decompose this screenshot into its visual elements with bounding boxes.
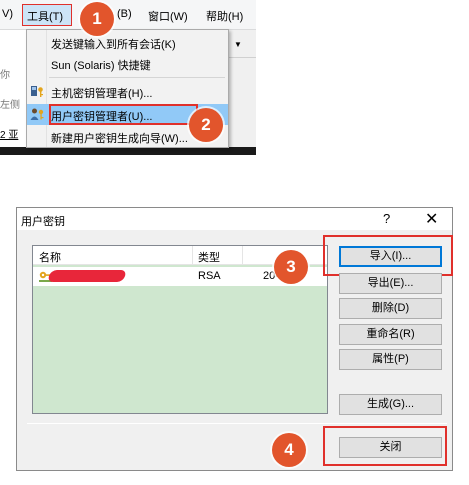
- step-badge-1: 1: [80, 2, 114, 36]
- redacted-key-name: [47, 270, 127, 282]
- menu-item-label: Sun (Solaris) 快捷键: [51, 60, 151, 72]
- menu-item-label: 新建用户密钥生成向导(W)...: [51, 133, 188, 145]
- menu-item-sun-shortcut[interactable]: Sun (Solaris) 快捷键: [27, 53, 228, 74]
- dialog-titlebar: 用户密钥 ? ✕: [17, 208, 452, 230]
- menu-item-send-keys[interactable]: 发送键输入到所有会话(K): [27, 32, 228, 53]
- help-icon[interactable]: ?: [383, 211, 390, 226]
- user-keys-dialog: 用户密钥 ? ✕ 名称 类型 RSA 20- 导入(I)... 导出(E)...…: [16, 207, 453, 471]
- close-icon[interactable]: ✕: [425, 209, 438, 229]
- tools-menu-screenshot: V) 工具(T) (B) 窗口(W) 帮助(H) 你 左侧 2 亚 ▼ 发送键输…: [0, 0, 256, 155]
- menu-tools[interactable]: 工具(T): [22, 4, 72, 26]
- menu-view-partial[interactable]: V): [2, 8, 13, 20]
- step-badge-2: 2: [189, 108, 223, 142]
- rename-button[interactable]: 重命名(R): [339, 324, 442, 345]
- menu-help[interactable]: 帮助(H): [206, 8, 243, 24]
- column-divider[interactable]: [242, 246, 243, 265]
- left-text-2: 左侧: [0, 100, 20, 111]
- menu-item-host-key-manager[interactable]: 主机密钥管理者(H)...: [27, 81, 228, 102]
- dialog-title: 用户密钥: [21, 216, 65, 228]
- toolbar-partial: ▼: [229, 30, 256, 58]
- step-badge-3: 3: [274, 250, 308, 284]
- menu-item-label: 发送键输入到所有会话(K): [51, 39, 176, 51]
- menubar: V) 工具(T) (B) 窗口(W) 帮助(H): [0, 0, 256, 30]
- key-type: RSA: [198, 270, 221, 282]
- import-highlight-outline: [323, 235, 453, 276]
- close-highlight-outline: [323, 426, 447, 466]
- export-button[interactable]: 导出(E)...: [339, 273, 442, 294]
- terminal-strip: [0, 147, 256, 155]
- menu-item-label: 用户密钥管理者(U)...: [51, 111, 153, 123]
- dialog-divider: [27, 423, 447, 424]
- left-text-1: 你: [0, 70, 10, 81]
- dropdown-arrow-icon[interactable]: ▼: [234, 40, 242, 49]
- user-key-icon: [30, 107, 45, 122]
- menu-separator: [49, 77, 225, 78]
- left-text-3[interactable]: 2 亚: [0, 126, 18, 141]
- menu-window[interactable]: 窗口(W): [148, 8, 188, 24]
- column-type[interactable]: 类型: [198, 249, 220, 265]
- generate-button[interactable]: 生成(G)...: [339, 394, 442, 415]
- column-divider[interactable]: [192, 246, 193, 265]
- menu-bookmark-partial[interactable]: (B): [117, 8, 132, 20]
- column-name[interactable]: 名称: [39, 249, 61, 265]
- step-badge-4: 4: [272, 433, 306, 467]
- host-key-icon: [30, 84, 45, 99]
- menu-item-label: 主机密钥管理者(H)...: [51, 88, 153, 100]
- delete-button[interactable]: 删除(D): [339, 298, 442, 319]
- properties-button[interactable]: 属性(P): [339, 349, 442, 370]
